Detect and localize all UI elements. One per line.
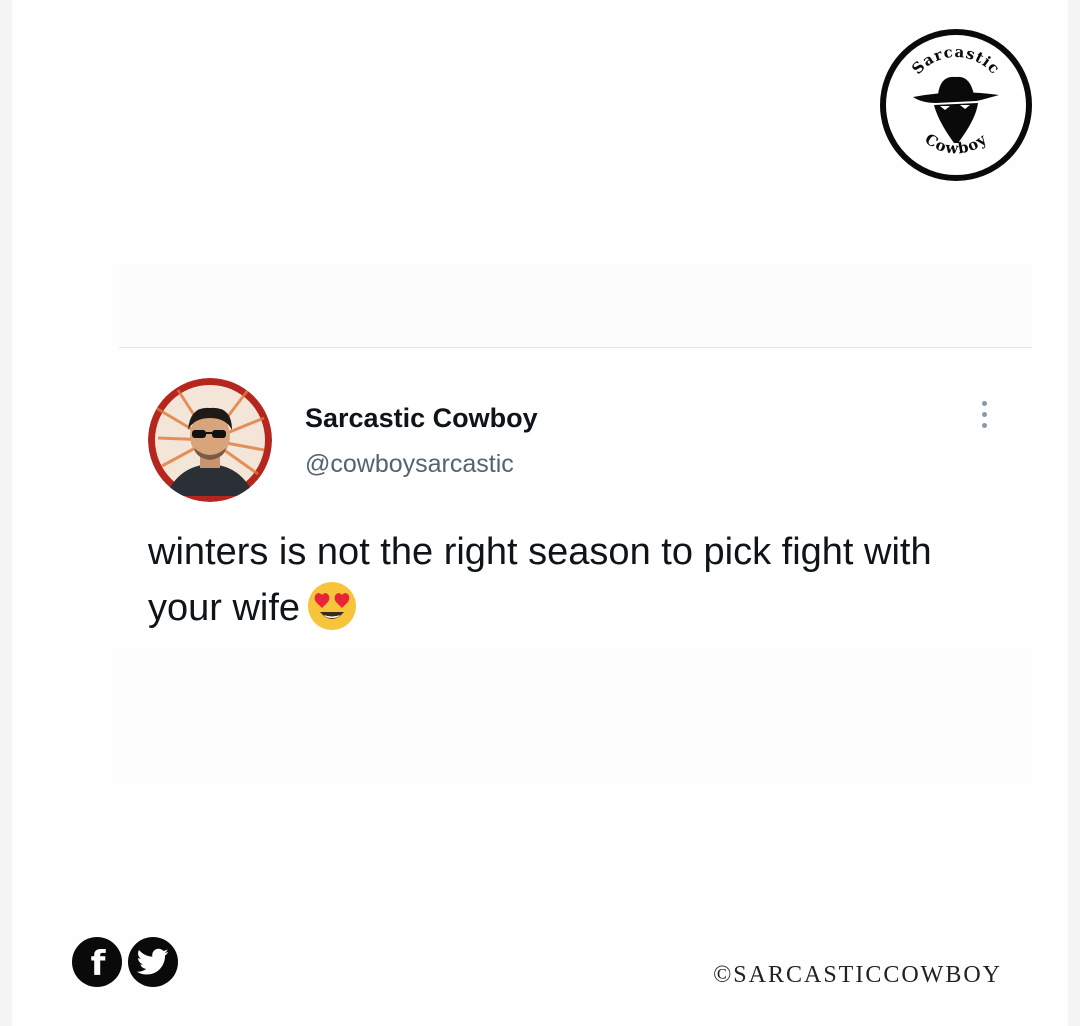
facebook-icon[interactable]: f [72,937,122,987]
social-links: f [72,937,178,989]
tweet-card: Sarcastic Cowboy @cowboysarcastic winter… [119,348,1032,648]
copyright-text: ©SARCASTICCOWBOY [713,962,1002,988]
display-name[interactable]: Sarcastic Cowboy [305,403,538,434]
tweet-text: winters is not the right season to pick … [148,524,1008,636]
background-panel [119,265,1032,347]
post-canvas: Sarcastic Cowboy Sarcastic Cowboy @cowbo… [12,0,1068,1026]
user-handle[interactable]: @cowboysarcastic [305,450,514,479]
tweet-body: winters is not the right season to pick … [148,531,932,629]
background-panel-lower [119,648,1032,783]
twitter-icon[interactable] [128,937,178,987]
more-options-icon[interactable] [975,398,995,434]
avatar[interactable] [148,378,272,502]
sarcastic-cowboy-logo: Sarcastic Cowboy [878,27,1034,183]
heart-eyes-emoji-icon [306,580,358,632]
